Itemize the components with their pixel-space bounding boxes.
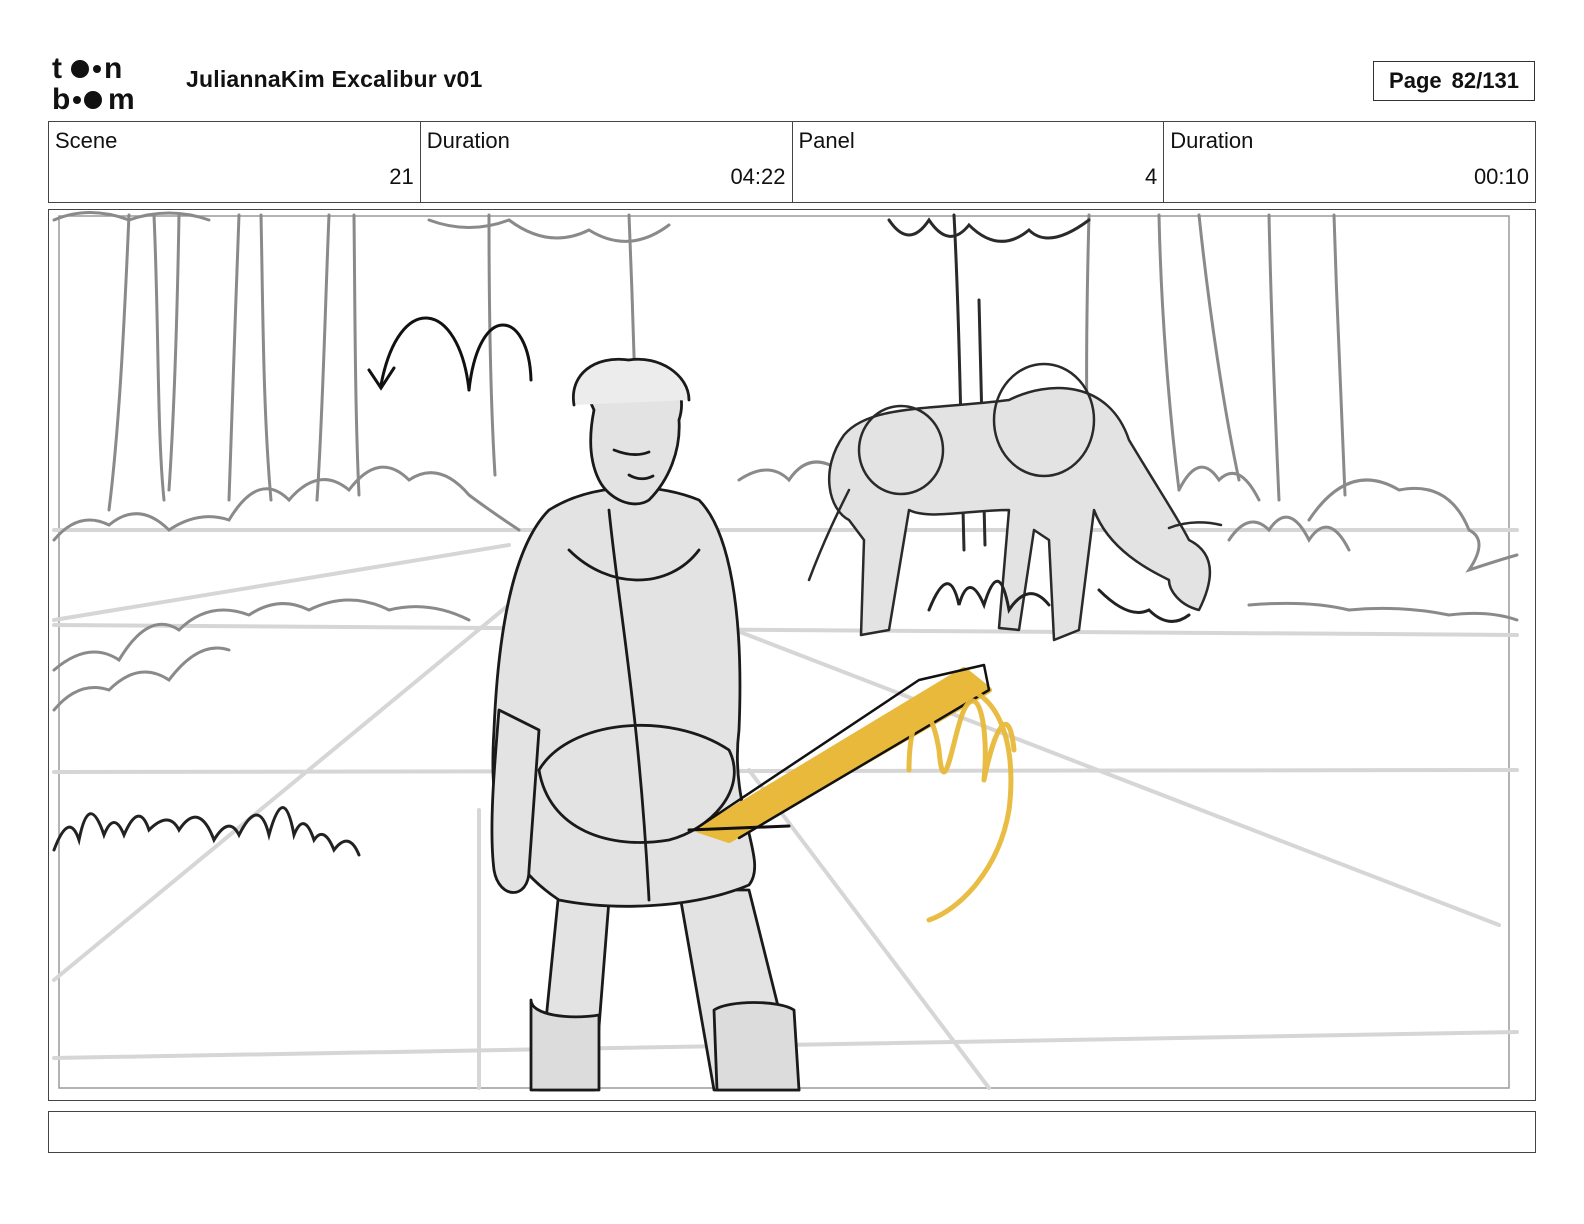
- panel-duration-label: Duration: [1170, 128, 1254, 153]
- project-title: JuliannaKim Excalibur v01: [186, 66, 483, 92]
- scene-duration-label: Duration: [426, 128, 510, 153]
- svg-text:b: b: [52, 83, 70, 112]
- panel-label: Panel: [798, 128, 855, 153]
- toon-boom-logo: t n b m: [52, 52, 135, 112]
- panel-cell: Panel 4: [793, 122, 1165, 202]
- page-label: Page: [1389, 68, 1442, 93]
- storyboard-panel: [48, 209, 1536, 1101]
- scene-cell: Scene 21: [49, 122, 421, 202]
- scene-duration-value: 04:22: [730, 164, 786, 189]
- page-indicator: Page 82/131: [1373, 61, 1535, 101]
- panel-caption-box: [48, 1111, 1536, 1153]
- page-number: 82/131: [1451, 68, 1519, 93]
- scene-duration-cell: Duration 04:22: [421, 122, 793, 202]
- panel-duration-value: 00:10: [1473, 164, 1529, 189]
- motion-arrow: [367, 316, 533, 392]
- scene-info-table: Scene 21 Duration 04:22 Panel 4 Duration…: [48, 121, 1536, 203]
- horse-sketch: [807, 362, 1223, 642]
- svg-text:t: t: [52, 52, 62, 85]
- panel-value: 4: [1145, 164, 1158, 189]
- panel-sketch: [52, 211, 1519, 1092]
- svg-text:n: n: [104, 52, 122, 85]
- safe-frame: [58, 215, 1510, 1089]
- svg-text:m: m: [108, 83, 135, 112]
- panel-duration-cell: Duration 00:10: [1164, 122, 1535, 202]
- scene-label: Scene: [55, 128, 118, 153]
- character-sketch: [490, 357, 801, 1092]
- scene-value: 21: [389, 164, 414, 189]
